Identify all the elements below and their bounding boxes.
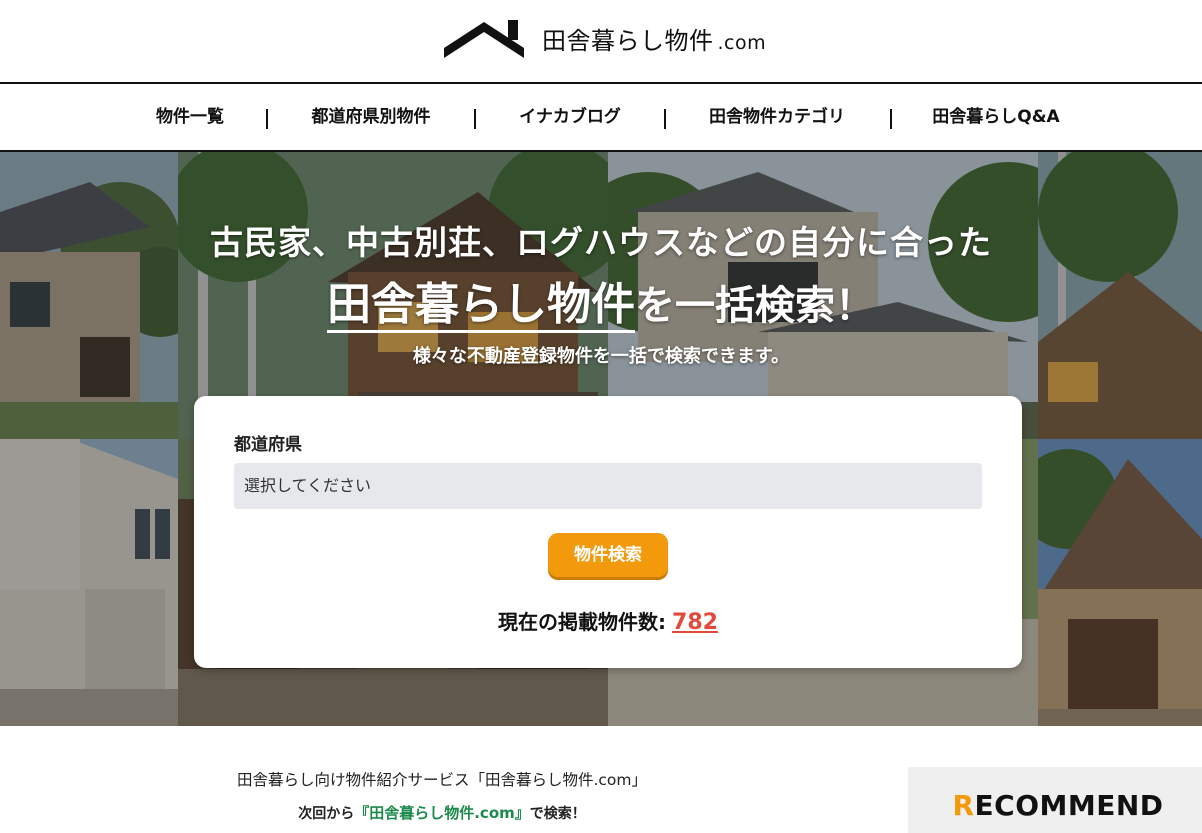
listing-count-value[interactable]: 782 xyxy=(672,610,718,635)
house-roof-icon xyxy=(442,18,526,58)
intro-section: 田舎暮らし向け物件紹介サービス「田舎暮らし物件.com」 次回から『田舎暮らし物… xyxy=(0,726,900,833)
nav-divider xyxy=(474,109,476,129)
listing-count: 現在の掲載物件数: 782 xyxy=(194,606,1022,635)
nav-item-categories[interactable]: 田舎物件カテゴリ xyxy=(709,84,845,150)
logo-suffix: .com xyxy=(717,31,767,54)
nav-divider xyxy=(266,109,268,129)
nav-item-property-list[interactable]: 物件一覧 xyxy=(156,84,224,150)
site-logo[interactable]: 田舎暮らし物件 .com xyxy=(442,16,766,60)
next-suffix: で検索！ xyxy=(529,806,586,822)
recommend-heading: RECOMMEND xyxy=(908,789,1202,822)
nav-item-blog[interactable]: イナカブログ xyxy=(519,84,621,150)
search-card: 都道府県 選択してください 物件検索 現在の掲載物件数: 782 xyxy=(194,396,1022,668)
next-prefix: 次回から xyxy=(298,806,355,822)
prefecture-label: 都道府県 xyxy=(234,435,302,455)
hero-banner: 古民家、中古別荘、ログハウスなどの自分に合った 田舎暮らし物件を一括検索！ 様々… xyxy=(0,152,1202,726)
next-site-name: 『田舎暮らし物件.com』 xyxy=(354,804,530,822)
property-search-button[interactable]: 物件検索 xyxy=(548,533,668,577)
nav-item-qa[interactable]: 田舎暮らしQ&A xyxy=(932,84,1059,150)
recommend-first-letter: R xyxy=(952,789,975,822)
prefecture-select[interactable]: 選択してください xyxy=(234,463,982,509)
listing-count-label: 現在の掲載物件数: xyxy=(498,610,667,634)
nav-divider xyxy=(664,109,666,129)
hero-subtitle: 様々な不動産登録物件を一括で検索できます。 xyxy=(412,346,790,367)
logo-text: 田舎暮らし物件 .com xyxy=(542,26,767,55)
nav-item-by-prefecture[interactable]: 都道府県別物件 xyxy=(312,84,431,150)
site-header: 田舎暮らし物件 .com xyxy=(0,0,1202,82)
recommend-rest: ECOMMEND xyxy=(974,789,1164,822)
hero-headline-rest: を一括検索！ xyxy=(635,283,875,329)
recommend-panel: RECOMMEND xyxy=(908,767,1202,833)
hero-emphasis: 田舎暮らし物件 xyxy=(327,279,635,333)
main-nav: 物件一覧 都道府県別物件 イナカブログ 田舎物件カテゴリ 田舎暮らしQ&A xyxy=(0,82,1202,152)
nav-divider xyxy=(890,109,892,129)
hero-headline-secondary: 田舎暮らし物件を一括検索！ xyxy=(0,268,1202,333)
intro-text: 田舎暮らし向け物件紹介サービス「田舎暮らし物件.com」 xyxy=(236,771,648,789)
hero-headline: 古民家、中古別荘、ログハウスなどの自分に合った xyxy=(210,223,992,262)
next-time-text: 次回から『田舎暮らし物件.com』で検索！ xyxy=(0,802,884,823)
